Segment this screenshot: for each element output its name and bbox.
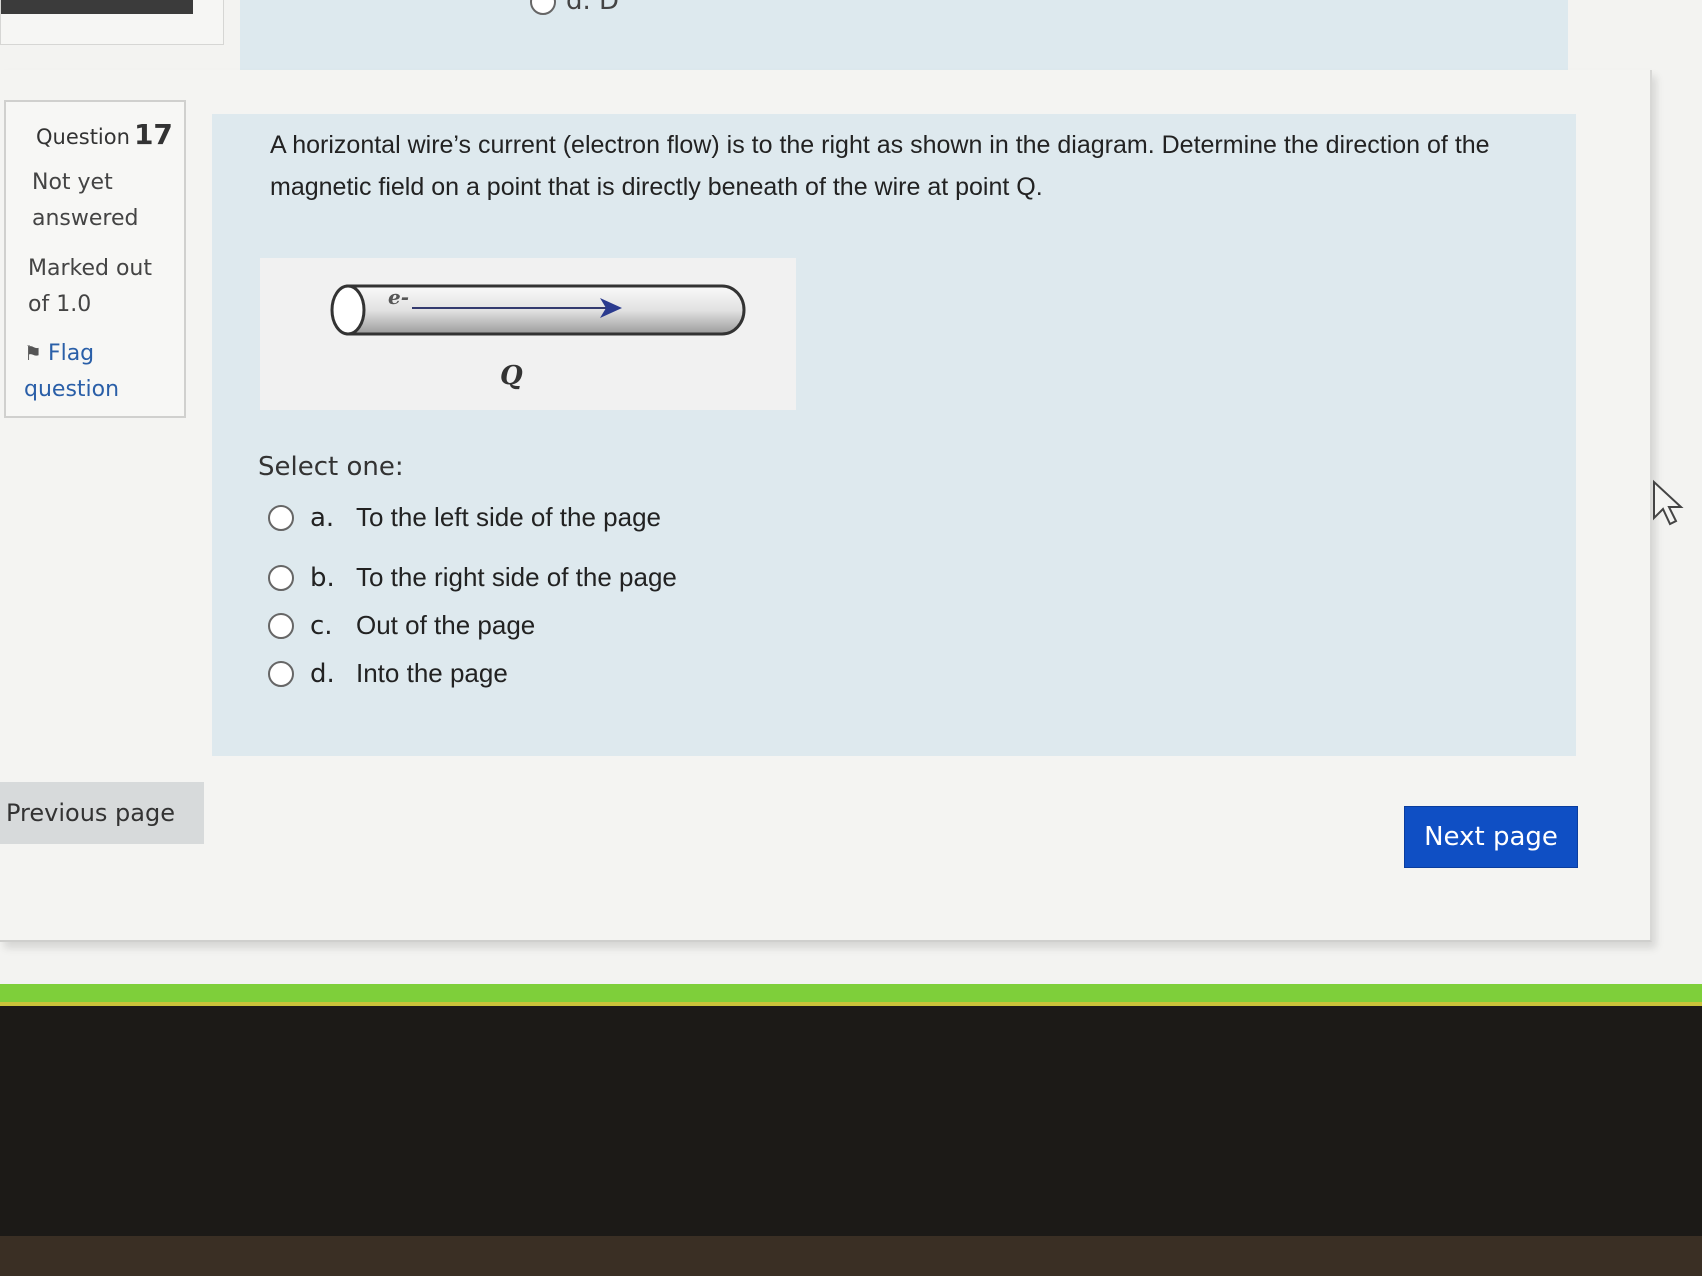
radio-icon[interactable] bbox=[268, 504, 294, 531]
radio-icon[interactable] bbox=[530, 0, 556, 15]
previous-nav-bar bbox=[1, 0, 193, 14]
wire-diagram-svg: e- Q bbox=[330, 284, 746, 391]
next-page-button[interactable]: Next page bbox=[1404, 806, 1578, 868]
wire-end bbox=[330, 284, 366, 336]
question-text: A horizontal wire’s current (electron fl… bbox=[270, 131, 1490, 201]
desk-surface bbox=[0, 1236, 1702, 1276]
select-one-label: Select one: bbox=[258, 452, 404, 482]
point-q-label: Q bbox=[500, 361, 523, 391]
option-text: Into the page bbox=[356, 658, 508, 688]
flag-icon: ⚑ bbox=[24, 341, 42, 365]
option-letter: b. bbox=[310, 562, 335, 593]
question-marks: Marked out of 1.0 bbox=[28, 256, 152, 317]
option-letter: a. bbox=[310, 502, 335, 533]
previous-nav-block bbox=[0, 0, 224, 45]
taskbar-strip bbox=[0, 984, 1702, 1004]
option-text: Out of the page bbox=[356, 610, 536, 640]
previous-page-button[interactable]: Previous page bbox=[0, 782, 204, 844]
electron-label: e- bbox=[388, 285, 409, 309]
previous-question-box: d. D bbox=[240, 0, 1568, 70]
question-info: Question 17 Not yet answered Marked out o… bbox=[4, 100, 186, 418]
radio-icon[interactable] bbox=[268, 564, 294, 591]
option-a[interactable]: a. To the left side of the page bbox=[268, 502, 661, 533]
wire-diagram: e- Q bbox=[260, 258, 796, 410]
previous-option-text: d. D bbox=[566, 0, 620, 16]
option-b[interactable]: b. To the right side of the page bbox=[268, 562, 677, 593]
radio-icon[interactable] bbox=[268, 612, 294, 639]
flag-question-link[interactable]: ⚑ Flag question bbox=[24, 335, 174, 408]
option-letter: d. bbox=[310, 658, 335, 689]
previous-question-option-d[interactable]: d. D bbox=[530, 0, 619, 16]
radio-icon[interactable] bbox=[268, 660, 294, 687]
question-content: A horizontal wire’s current (electron fl… bbox=[212, 114, 1576, 756]
option-text: To the right side of the page bbox=[356, 562, 677, 592]
option-text: To the left side of the page bbox=[356, 502, 661, 532]
option-c[interactable]: c. Out of the page bbox=[268, 610, 535, 641]
mouse-cursor-icon bbox=[1653, 479, 1684, 526]
option-letter: c. bbox=[310, 610, 333, 641]
question-state: Not yet answered bbox=[32, 170, 139, 231]
option-d[interactable]: d. Into the page bbox=[268, 658, 508, 689]
question-number: Question 17 bbox=[36, 118, 173, 151]
